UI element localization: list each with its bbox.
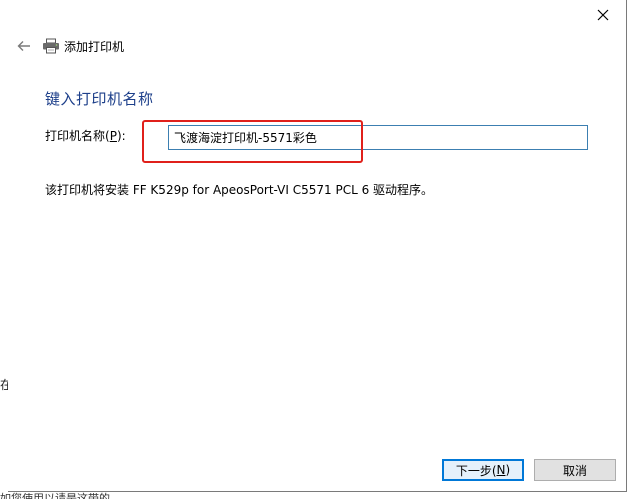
- close-button[interactable]: [590, 4, 616, 26]
- printer-name-label-access-key: P: [109, 129, 117, 143]
- next-button-access-key: N: [496, 463, 506, 477]
- cancel-button[interactable]: 取消: [534, 459, 616, 481]
- background-window-edge: 在: [0, 0, 8, 499]
- printer-icon: [42, 38, 60, 54]
- next-button-prefix: 下一步(: [455, 463, 497, 478]
- background-text: 在: [0, 378, 8, 392]
- navigation-bar: 添加打印机: [14, 36, 124, 56]
- background-bottom-text: 如您使用以请是这带的: [0, 492, 110, 499]
- driver-info-text: 该打印机将安装 FF K529p for ApeosPort-VI C5571 …: [45, 183, 434, 197]
- back-arrow-icon: [17, 37, 31, 56]
- add-printer-dialog: 添加打印机 键入打印机名称 打印机名称(P): 该打印机将安装 FF K529p…: [8, 0, 627, 492]
- close-icon: [597, 6, 609, 25]
- page-title: 键入打印机名称: [45, 90, 154, 108]
- back-button[interactable]: [14, 36, 34, 56]
- next-button[interactable]: 下一步(N): [442, 459, 524, 481]
- printer-name-label: 打印机名称(P):: [45, 127, 126, 144]
- nav-title: 添加打印机: [64, 39, 125, 54]
- printer-name-label-prefix: 打印机名称(: [45, 129, 110, 143]
- next-button-suffix: ): [505, 463, 511, 477]
- printer-name-label-suffix: ):: [116, 129, 126, 143]
- printer-name-input[interactable]: [168, 125, 588, 150]
- screen: 在 添加打印机 键入打印机名称 打印机名称(P): 飞渡海淀打印机-5571彩色…: [0, 0, 628, 499]
